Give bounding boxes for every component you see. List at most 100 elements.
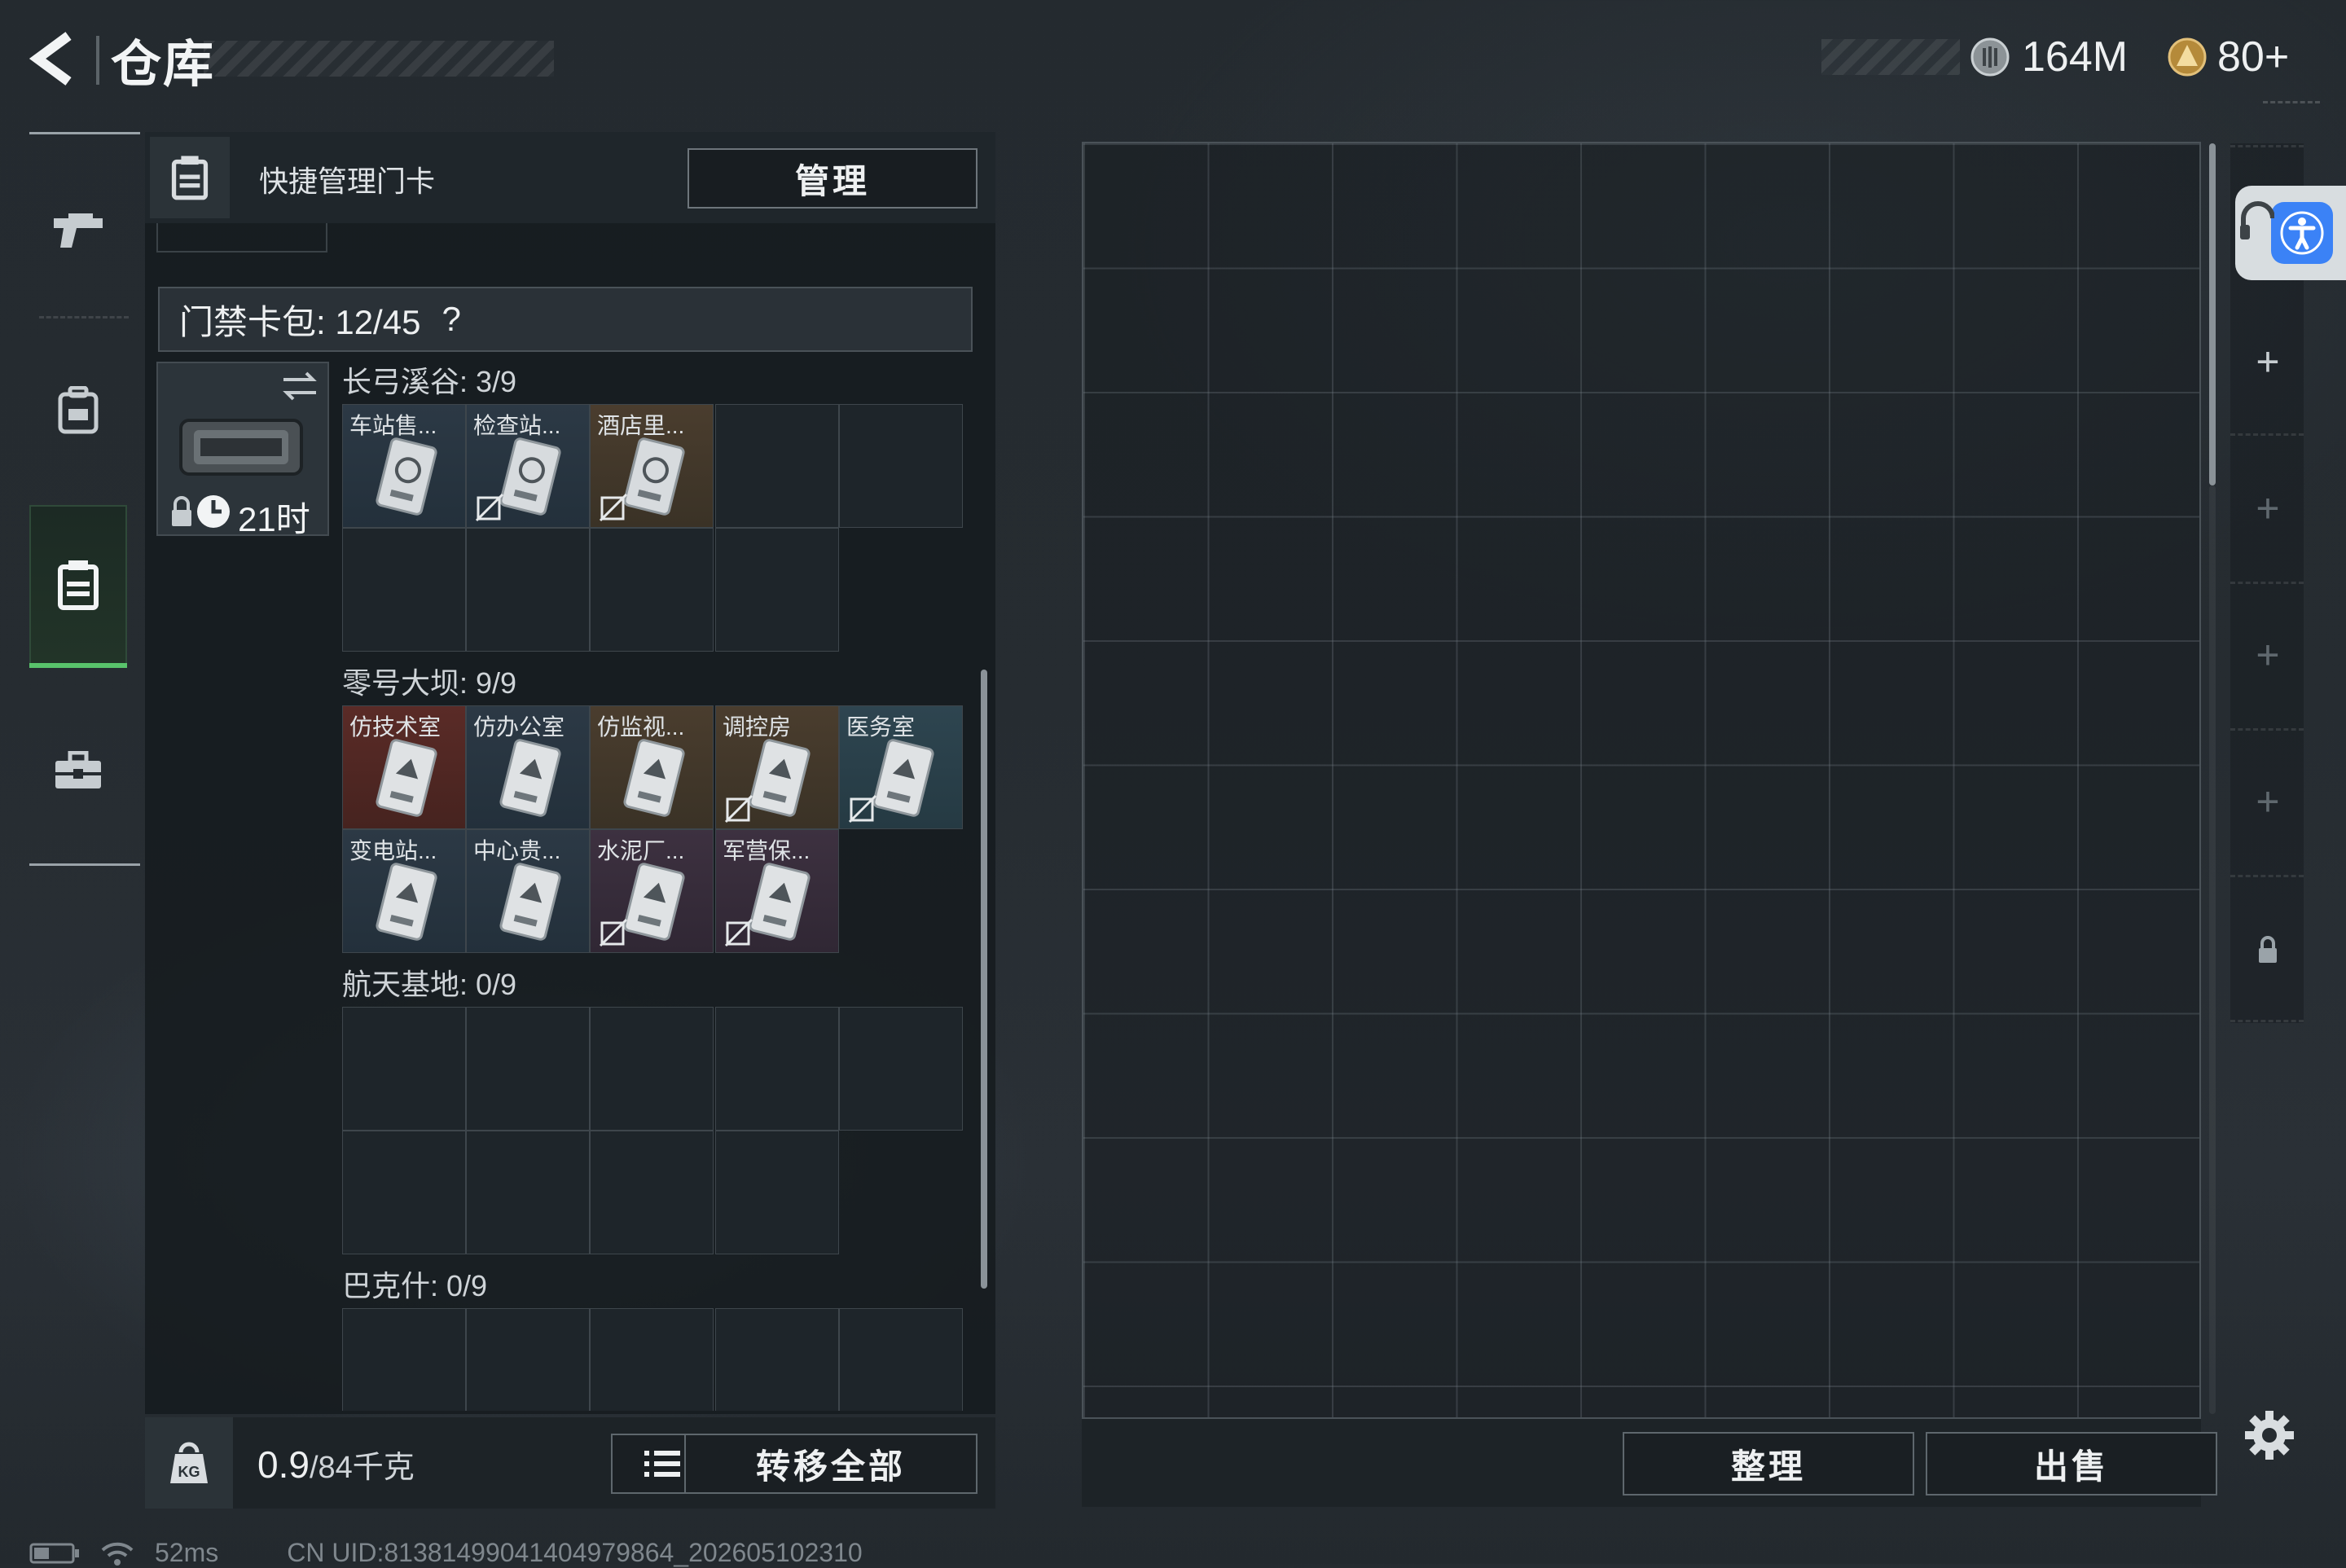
storage-grid[interactable]: [1082, 142, 2201, 1419]
sell-button[interactable]: 出售: [1926, 1432, 2217, 1496]
keycard-item-icon: [376, 863, 437, 941]
add-container-slot-button[interactable]: +: [2252, 635, 2284, 675]
sidebar-item-equipment[interactable]: [29, 337, 127, 484]
sidebar-separator: [39, 316, 129, 318]
empty-slot[interactable]: [715, 1007, 839, 1131]
wifi-icon: [101, 1542, 134, 1566]
sidebar-top-line: [29, 132, 140, 134]
keycard-item[interactable]: 调控房: [715, 705, 839, 829]
keycard-item[interactable]: 车站售...: [342, 404, 466, 528]
sidebar-item-weapons[interactable]: [29, 160, 127, 306]
transfer-all-button[interactable]: 转移全部: [684, 1434, 978, 1494]
region-grid: [342, 1007, 963, 1256]
region-title: 巴克什: 0/9: [342, 1269, 488, 1302]
sidebar-item-keycards[interactable]: [29, 505, 127, 668]
quick-manage-label: 快捷管理门卡: [259, 165, 436, 198]
empty-slot[interactable]: [590, 528, 714, 652]
keycard-item[interactable]: 仿办公室: [466, 705, 590, 829]
keycard-item[interactable]: 中心贵...: [466, 829, 590, 953]
swap-icon: [283, 371, 317, 401]
help-icon[interactable]: ?: [442, 300, 460, 339]
keycard-item[interactable]: 检查站...: [466, 404, 590, 528]
battery-icon: [29, 1543, 79, 1563]
add-container-slot-button[interactable]: +: [2252, 781, 2284, 822]
silver-coin-icon: [1970, 37, 2010, 77]
keycard-item[interactable]: 变电站...: [342, 829, 466, 953]
keycard-item[interactable]: 酒店里...: [590, 404, 714, 528]
keycard-item-icon: [499, 739, 561, 817]
keycard-item[interactable]: 仿监视...: [590, 705, 714, 829]
storage-scrollbar[interactable]: [2209, 143, 2216, 485]
empty-slot[interactable]: [342, 528, 466, 652]
empty-slot[interactable]: [839, 1007, 963, 1131]
add-container-slot-button[interactable]: +: [2252, 488, 2284, 529]
keycard-item-icon: [872, 739, 934, 817]
back-button[interactable]: [26, 29, 83, 86]
keycard-panel-header: 快捷管理门卡 管理: [145, 132, 995, 223]
empty-slot[interactable]: [590, 1131, 714, 1254]
keycard-icon: [58, 560, 99, 610]
keycard-item-icon: [499, 437, 561, 516]
title-stripe-decoration: [204, 41, 554, 77]
empty-slot[interactable]: [466, 1131, 590, 1254]
keycard-header-icon-box: [150, 137, 230, 218]
system-status-bar: 52ms CN UID:81381499041404979864_2026051…: [29, 1538, 863, 1568]
sidebar-item-supplies[interactable]: [29, 697, 127, 844]
back-arrow-icon: [29, 32, 72, 86]
empty-slot[interactable]: [342, 1007, 466, 1131]
empty-slot[interactable]: [590, 1308, 714, 1411]
weight-max: /84千克: [309, 1451, 415, 1485]
weight-current: 0.9: [257, 1443, 310, 1486]
sidebar-bottom-line: [29, 863, 140, 866]
clock-icon: [197, 495, 230, 528]
marked-icon: [848, 794, 877, 824]
keycard-item[interactable]: 军营保...: [715, 829, 839, 953]
side-separator: [2230, 145, 2304, 147]
empty-slot[interactable]: [839, 404, 963, 528]
weight-kg-icon: KG: [170, 1442, 208, 1483]
card-pack-count-bar: 门禁卡包: 12/45 ?: [158, 287, 973, 352]
keycard-panel: 快捷管理门卡 管理 门禁卡包: 12/45 ? 21时 长弓溪谷: 3/9 车站…: [145, 132, 995, 1414]
empty-slot[interactable]: [715, 1308, 839, 1411]
side-separator: [2230, 1020, 2304, 1022]
marked-icon: [599, 918, 628, 947]
manage-button[interactable]: 管理: [688, 148, 978, 209]
empty-slot[interactable]: [715, 404, 839, 528]
tab-stub: [156, 223, 327, 253]
keycard-item-icon: [623, 739, 685, 817]
empty-slot[interactable]: [466, 528, 590, 652]
empty-slot[interactable]: [466, 1308, 590, 1411]
keycard-item[interactable]: 水泥厂...: [590, 829, 714, 953]
add-container-slot-button[interactable]: +: [2252, 341, 2284, 382]
keycard-item[interactable]: 医务室: [839, 705, 963, 829]
empty-slot[interactable]: [466, 1007, 590, 1131]
uid-readout: CN UID:81381499041404979864_202605102310: [287, 1538, 863, 1567]
accessibility-button[interactable]: [2235, 186, 2346, 280]
weight-icon-box: KG: [145, 1417, 233, 1509]
list-icon: [644, 1451, 680, 1477]
storage-scrollbar-track: [2209, 485, 2216, 1414]
empty-slot[interactable]: [342, 1131, 466, 1254]
keycard-item-icon: [623, 863, 685, 941]
sort-button[interactable]: 整理: [1623, 1432, 1914, 1496]
storage-action-bar: 整理 出售: [1082, 1419, 2217, 1507]
currency-gold[interactable]: 80+: [2167, 33, 2289, 81]
empty-slot[interactable]: [590, 1007, 714, 1131]
settings-gear-icon[interactable]: [2243, 1409, 2295, 1461]
weight-readout: 0.9/84千克: [257, 1442, 415, 1487]
silver-amount: 164M: [2022, 33, 2129, 81]
marked-icon: [599, 493, 628, 522]
pistol-icon: [54, 213, 103, 248]
panel-scrollbar[interactable]: [981, 670, 987, 1289]
keycard-item[interactable]: 仿技术室: [342, 705, 466, 829]
gold-coin-icon: [2168, 37, 2207, 77]
region-title: 零号大坝: 9/9: [342, 666, 517, 700]
empty-slot[interactable]: [715, 1131, 839, 1254]
card-pack-slot[interactable]: 21时: [156, 362, 329, 538]
marked-icon: [724, 918, 753, 947]
empty-slot[interactable]: [342, 1308, 466, 1411]
lock-icon: [172, 496, 191, 526]
empty-slot[interactable]: [715, 528, 839, 652]
empty-slot[interactable]: [839, 1308, 963, 1411]
header-dash-decoration: [2263, 101, 2320, 108]
